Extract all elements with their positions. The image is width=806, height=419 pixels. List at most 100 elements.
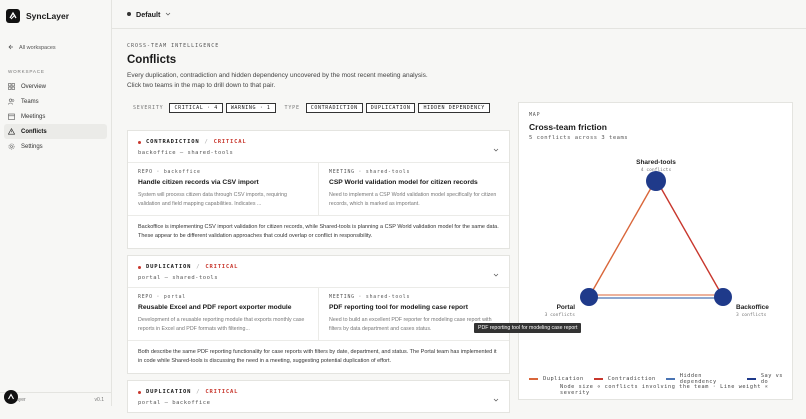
workspace-name: Default bbox=[136, 9, 161, 19]
footer-version: v0.1 bbox=[94, 396, 104, 403]
conflict-type: CONTRADICTION bbox=[146, 139, 200, 145]
source-body: Development of a reusable reporting modu… bbox=[138, 317, 305, 332]
conflict-card-header: CONTRADICTION / CRITICAL backoffice — sh… bbox=[128, 131, 509, 162]
users-icon bbox=[8, 98, 15, 105]
map-node-backoffice[interactable]: Backoffice 3 conflicts bbox=[714, 288, 769, 318]
sidebar-item-conflicts[interactable]: Conflicts bbox=[4, 124, 107, 139]
conflict-type-tag: DUPLICATION / CRITICAL bbox=[138, 389, 499, 395]
sidebar-nav: Overview Teams Meetings Conflicts Settin… bbox=[0, 79, 111, 154]
type-label: TYPE bbox=[284, 105, 300, 111]
conflict-card[interactable]: CONTRADICTION / CRITICAL backoffice — sh… bbox=[127, 130, 510, 249]
conflict-card[interactable]: DUPLICATION / CRITICAL portal — backoffi… bbox=[127, 380, 510, 413]
source-meta: REPO · portal bbox=[138, 295, 186, 300]
source-title: Handle citizen records via CSV import bbox=[138, 179, 259, 186]
workspace-switcher[interactable]: Default bbox=[112, 0, 806, 29]
sidebar: SyncLayer All workspaces WORKSPACE Overv… bbox=[0, 0, 112, 406]
page-title: Conflicts bbox=[127, 54, 177, 66]
sidebar-item-label: Overview bbox=[21, 83, 47, 90]
node-name: Shared-tools bbox=[636, 159, 676, 166]
friction-map: Shared-tools 4 conflicts Portal 3 confli… bbox=[545, 159, 770, 318]
all-workspaces-label: All workspaces bbox=[19, 45, 56, 51]
sidebar-item-label: Settings bbox=[21, 143, 43, 150]
conflict-severity: CRITICAL bbox=[205, 264, 239, 270]
map-node-shared-tools[interactable]: Shared-tools 4 conflicts bbox=[636, 159, 676, 191]
severity-label: SEVERITY bbox=[133, 105, 164, 111]
sidebar-item-settings[interactable]: Settings bbox=[4, 139, 107, 154]
legend-item: Contradiction bbox=[607, 376, 656, 382]
chevron-down-icon[interactable] bbox=[493, 265, 499, 277]
source-title: PDF reporting tool for modeling case rep… bbox=[329, 304, 468, 311]
severity-dot-icon bbox=[138, 265, 141, 269]
conflict-sources: REPO · backoffice Handle citizen records… bbox=[128, 162, 509, 216]
source-meta: REPO · backoffice bbox=[138, 170, 201, 175]
chevron-down-icon[interactable] bbox=[493, 390, 499, 402]
conflict-severity: CRITICAL bbox=[205, 389, 239, 395]
severity-dot-icon bbox=[138, 140, 141, 144]
filter-critical-chip[interactable]: CRITICAL · 4 bbox=[169, 103, 223, 113]
alert-triangle-icon bbox=[8, 128, 15, 135]
conflict-list: CONTRADICTION / CRITICAL backoffice — sh… bbox=[127, 130, 510, 419]
sidebar-item-label: Conflicts bbox=[21, 128, 47, 135]
conflict-type: DUPLICATION bbox=[146, 389, 192, 395]
page-description-line: Click two teams in the map to drill down… bbox=[127, 82, 276, 89]
conflict-card-header: DUPLICATION / CRITICAL portal — backoffi… bbox=[128, 381, 509, 412]
chevron-down-icon[interactable] bbox=[493, 140, 499, 152]
sidebar-item-label: Teams bbox=[21, 98, 39, 105]
legend-swatch bbox=[529, 378, 539, 380]
conflict-team-pair: portal — backoffice bbox=[138, 400, 211, 406]
map-node-portal[interactable]: Portal 3 conflicts bbox=[545, 288, 598, 318]
conflict-card[interactable]: DUPLICATION / CRITICAL portal — shared-t… bbox=[127, 255, 510, 374]
edge-shared-tools-portal[interactable] bbox=[588, 180, 656, 298]
legend-swatch bbox=[746, 378, 756, 380]
conflict-team-pair: portal — shared-tools bbox=[138, 275, 219, 281]
conflict-type-tag: DUPLICATION / CRITICAL bbox=[138, 264, 499, 270]
sidebar-item-meetings[interactable]: Meetings bbox=[4, 109, 107, 124]
node-name: Backoffice bbox=[736, 304, 769, 311]
legend-swatch bbox=[593, 378, 603, 380]
page-description: Every duplication, contradiction and hid… bbox=[127, 71, 791, 91]
logo-icon bbox=[6, 9, 20, 23]
logo-icon bbox=[7, 388, 15, 406]
filter-contradiction-chip[interactable]: CONTRADICTION bbox=[305, 103, 363, 113]
chevron-down-icon bbox=[165, 10, 171, 19]
map-legend-note: Node size ∝ conflicts involving the team… bbox=[560, 384, 769, 396]
conflict-type-tag: CONTRADICTION / CRITICAL bbox=[138, 139, 499, 145]
calendar-icon bbox=[8, 113, 15, 120]
conflict-team-pair: backoffice — shared-tools bbox=[138, 150, 234, 156]
severity-dot-icon bbox=[138, 390, 141, 394]
tooltip: PDF reporting tool for modeling case rep… bbox=[474, 323, 582, 333]
filter-warning-chip[interactable]: WARNING · 1 bbox=[225, 103, 276, 113]
brand[interactable]: SyncLayer bbox=[0, 0, 111, 32]
conflict-sources: REPO · portal Reusable Excel and PDF rep… bbox=[128, 287, 509, 341]
conflict-severity: CRITICAL bbox=[213, 139, 247, 145]
conflict-explanation: Backoffice is implementing CSV import va… bbox=[138, 224, 499, 239]
conflict-card-header: DUPLICATION / CRITICAL portal — shared-t… bbox=[128, 256, 509, 287]
gear-icon bbox=[8, 143, 15, 150]
source-meta: MEETING · shared-tools bbox=[329, 170, 411, 175]
conflict-source-right: MEETING · shared-tools CSP World validat… bbox=[318, 163, 509, 215]
page-header: CROSS-TEAM INTELLIGENCE Conflicts Every … bbox=[112, 29, 806, 91]
assistant-button[interactable] bbox=[4, 390, 18, 404]
all-workspaces-link[interactable]: All workspaces bbox=[0, 44, 111, 52]
filter-duplication-chip[interactable]: DUPLICATION bbox=[365, 103, 416, 113]
node-count: 3 conflicts bbox=[545, 312, 576, 318]
sidebar-item-label: Meetings bbox=[21, 113, 46, 120]
friction-map-panel: MAP Cross-team friction 5 conflicts acro… bbox=[518, 102, 793, 400]
source-body: Need to implement a CSP World validation… bbox=[329, 192, 497, 207]
edge-shared-tools-backoffice[interactable] bbox=[656, 180, 724, 298]
conflict-explanation: Both describe the same PDF reporting fun… bbox=[138, 349, 497, 364]
node-name: Portal bbox=[557, 304, 576, 311]
source-title: CSP World validation model for citizen r… bbox=[329, 179, 478, 186]
filter-hidden-dependency-chip[interactable]: HIDDEN DEPENDENCY bbox=[418, 103, 490, 113]
node-count: 3 conflicts bbox=[736, 312, 767, 318]
brand-name: SyncLayer bbox=[26, 11, 69, 21]
workspace-dot-icon bbox=[127, 12, 131, 16]
filter-bar: SEVERITY CRITICAL · 4 WARNING · 1 TYPE C… bbox=[127, 103, 490, 113]
grid-icon bbox=[8, 83, 15, 90]
map-edges bbox=[588, 180, 724, 299]
page-eyebrow: CROSS-TEAM INTELLIGENCE bbox=[127, 43, 220, 49]
conflict-source-left: REPO · portal Reusable Excel and PDF rep… bbox=[128, 288, 318, 340]
sidebar-item-overview[interactable]: Overview bbox=[4, 79, 107, 94]
sidebar-item-teams[interactable]: Teams bbox=[4, 94, 107, 109]
page-description-line: Every duplication, contradiction and hid… bbox=[127, 72, 428, 79]
